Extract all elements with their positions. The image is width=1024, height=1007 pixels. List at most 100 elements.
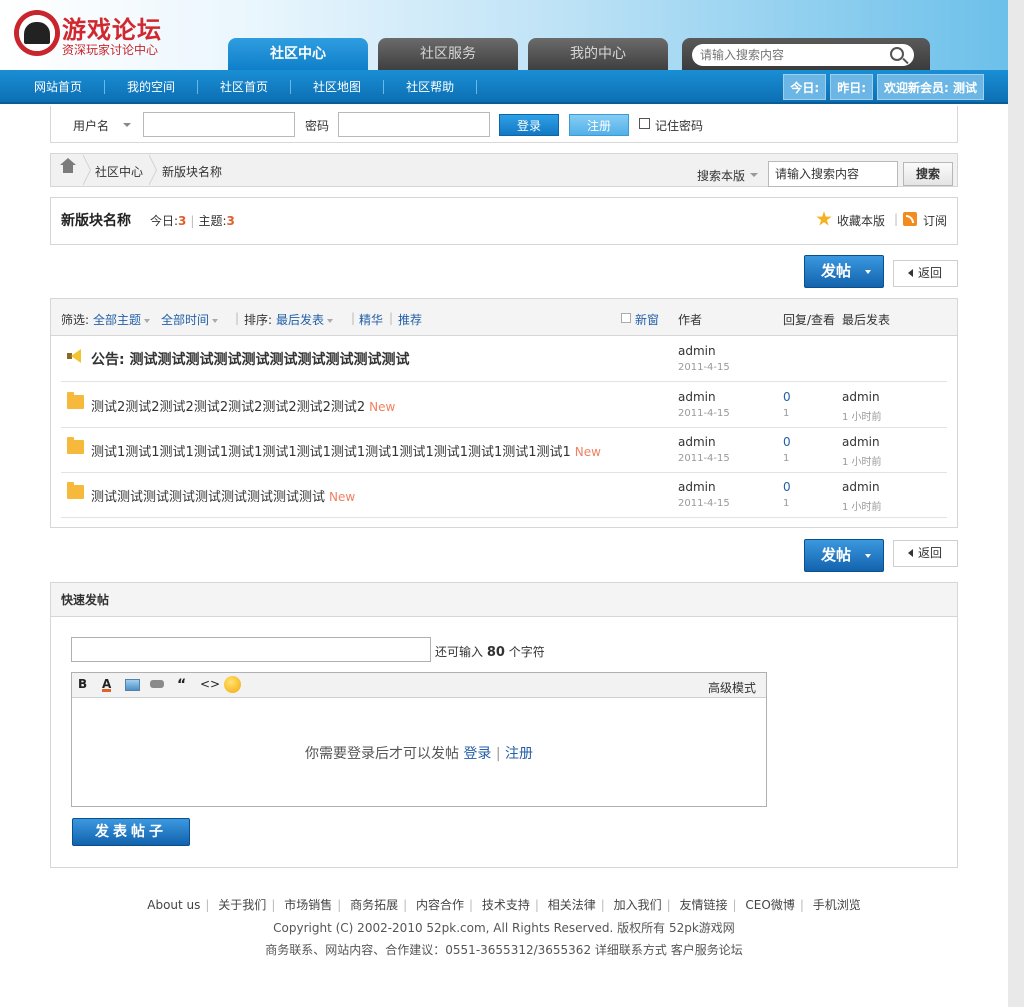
code-icon[interactable]: <>: [200, 677, 220, 693]
forum-name: 新版块名称: [61, 213, 131, 229]
filter-all-topics[interactable]: 全部主题: [93, 311, 151, 328]
table-row[interactable]: 测试1测试1测试1测试1测试1测试1测试1测试1测试1测试1测试1测试1测试1测…: [61, 427, 947, 473]
new-post-button[interactable]: 发帖: [804, 255, 884, 288]
breadcrumb: 社区中心 新版块名称 搜索本版 请输入搜索内容 搜索: [50, 153, 958, 187]
last-post-author[interactable]: admin: [842, 390, 880, 404]
footer-link-legal[interactable]: 相关法律: [548, 898, 596, 912]
register-button[interactable]: 注册: [569, 114, 629, 136]
filter-digest[interactable]: 精华: [359, 311, 383, 328]
logo-emblem-icon[interactable]: [14, 10, 60, 56]
thread-title[interactable]: 测试2测试2测试2测试2测试2测试2测试2测试2 New: [91, 396, 395, 415]
footer-link-join[interactable]: 加入我们: [614, 898, 662, 912]
footer-link-business[interactable]: 商务拓展: [350, 898, 398, 912]
reply-count[interactable]: 0: [783, 390, 791, 404]
sort-last-post[interactable]: 最后发表: [276, 311, 334, 328]
footer-link-about[interactable]: 关于我们: [218, 898, 266, 912]
breadcrumb-current-forum: 新版块名称: [162, 165, 223, 179]
stat-today: 今日:: [783, 74, 827, 100]
footer-link-content[interactable]: 内容合作: [416, 898, 464, 912]
folder-icon: [67, 482, 84, 499]
column-author: 作者: [678, 313, 703, 327]
announcement-icon: [67, 349, 83, 363]
chevron-down-icon[interactable]: [123, 123, 131, 127]
header-search-input[interactable]: [692, 44, 872, 66]
back-button-bottom[interactable]: 返回: [893, 540, 958, 567]
star-icon[interactable]: [816, 211, 832, 226]
logo-title[interactable]: 游戏论坛: [62, 10, 162, 45]
notice-title[interactable]: 公告: 测试测试测试测试测试测试测试测试测试测试: [91, 349, 409, 369]
thread-author[interactable]: admin: [678, 390, 716, 404]
favorite-forum-link[interactable]: 收藏本版: [837, 212, 885, 229]
notice-row[interactable]: 公告: 测试测试测试测试测试测试测试测试测试测试 admin 2011-4-15: [61, 336, 947, 382]
forum-search-button[interactable]: 搜索: [903, 162, 953, 186]
post-title-input[interactable]: [71, 637, 431, 662]
editor-login-link[interactable]: 登录: [463, 746, 491, 762]
tab-community-service[interactable]: 社区服务: [378, 38, 518, 70]
bold-icon[interactable]: B: [78, 677, 87, 693]
reply-count[interactable]: 0: [783, 480, 791, 494]
header-search-box: [692, 44, 914, 66]
notice-author[interactable]: admin: [678, 344, 716, 358]
reply-count[interactable]: 0: [783, 435, 791, 449]
last-post-author[interactable]: admin: [842, 435, 880, 449]
footer-link-about-us[interactable]: About us: [147, 898, 200, 912]
thread-author[interactable]: admin: [678, 480, 716, 494]
nav-community-help[interactable]: 社区帮助: [384, 80, 478, 94]
filter-recommend[interactable]: 推荐: [398, 311, 422, 328]
last-post-author[interactable]: admin: [842, 480, 880, 494]
link-icon[interactable]: [150, 680, 164, 688]
login-button[interactable]: 登录: [499, 114, 559, 136]
chevron-left-icon: [908, 269, 913, 277]
footer-link-support[interactable]: 技术支持: [482, 898, 530, 912]
column-reply-view: 回复/查看: [783, 313, 836, 327]
thread-title[interactable]: 测试1测试1测试1测试1测试1测试1测试1测试1测试1测试1测试1测试1测试1测…: [91, 441, 601, 460]
image-icon[interactable]: [125, 679, 140, 691]
stat-new-member[interactable]: 欢迎新会员: 测试: [877, 74, 984, 100]
chevron-down-icon[interactable]: [750, 173, 758, 177]
emoji-icon[interactable]: [224, 676, 241, 693]
footer-link-friends[interactable]: 友情链接: [680, 898, 728, 912]
tab-my-center[interactable]: 我的中心: [528, 38, 668, 70]
table-row[interactable]: 测试2测试2测试2测试2测试2测试2测试2测试2 New admin 2011-4…: [61, 382, 947, 428]
advanced-mode-link[interactable]: 高级模式: [708, 679, 756, 696]
back-button[interactable]: 返回: [893, 260, 958, 287]
forum-search-input[interactable]: 请输入搜索内容: [768, 161, 898, 187]
home-icon[interactable]: [60, 158, 76, 176]
chevron-down-icon: [865, 270, 871, 274]
window-right-edge: [1008, 0, 1024, 1007]
tab-community-center[interactable]: 社区中心: [228, 38, 368, 70]
username-field[interactable]: [143, 112, 295, 137]
font-color-icon[interactable]: A: [102, 677, 112, 692]
footer-link-marketing[interactable]: 市场销售: [284, 898, 332, 912]
submit-post-button[interactable]: 发表帖子: [72, 818, 190, 846]
nav-community-map[interactable]: 社区地图: [291, 80, 385, 94]
search-icon[interactable]: [890, 47, 904, 61]
breadcrumb-community-center[interactable]: 社区中心: [95, 163, 143, 180]
thread-list-header: 筛选: 全部主题 全部时间 | 排序: 最后发表 | 精华 | 推荐 新窗 作者…: [51, 299, 957, 336]
subscribe-link[interactable]: 订阅: [923, 212, 947, 229]
editor-register-link[interactable]: 注册: [505, 746, 533, 762]
thread-title[interactable]: 测试测试测试测试测试测试测试测试测试 New: [91, 486, 355, 505]
password-field[interactable]: [338, 112, 490, 137]
remember-checkbox[interactable]: [639, 118, 650, 129]
new-window-label[interactable]: 新窗: [635, 311, 659, 328]
login-required-message: 你需要登录后才可以发帖 登录 | 注册: [304, 746, 534, 762]
footer-link-mobile[interactable]: 手机浏览: [813, 898, 861, 912]
nav-community-home[interactable]: 社区首页: [198, 80, 292, 94]
filter-all-time[interactable]: 全部时间: [161, 311, 219, 328]
nav-my-space[interactable]: 我的空间: [105, 80, 199, 94]
quote-icon[interactable]: “: [177, 677, 186, 693]
thread-author[interactable]: admin: [678, 435, 716, 449]
rss-icon[interactable]: [903, 212, 917, 226]
username-type-select[interactable]: 用户名: [73, 117, 109, 134]
nav-site-home[interactable]: 网站首页: [20, 80, 106, 94]
new-post-button-bottom[interactable]: 发帖: [804, 539, 884, 572]
chevron-left-icon: [908, 549, 913, 557]
view-count: 1: [783, 498, 790, 509]
remember-label[interactable]: 记住密码: [655, 117, 703, 134]
logo-subtitle: 资深玩家讨论中心: [62, 43, 159, 57]
new-window-checkbox[interactable]: [621, 313, 631, 323]
footer-link-ceo-weibo[interactable]: CEO微博: [745, 898, 794, 912]
table-row[interactable]: 测试测试测试测试测试测试测试测试测试 New admin 2011-4-15 0 …: [61, 472, 947, 518]
forum-search-scope[interactable]: 搜索本版: [697, 167, 745, 184]
